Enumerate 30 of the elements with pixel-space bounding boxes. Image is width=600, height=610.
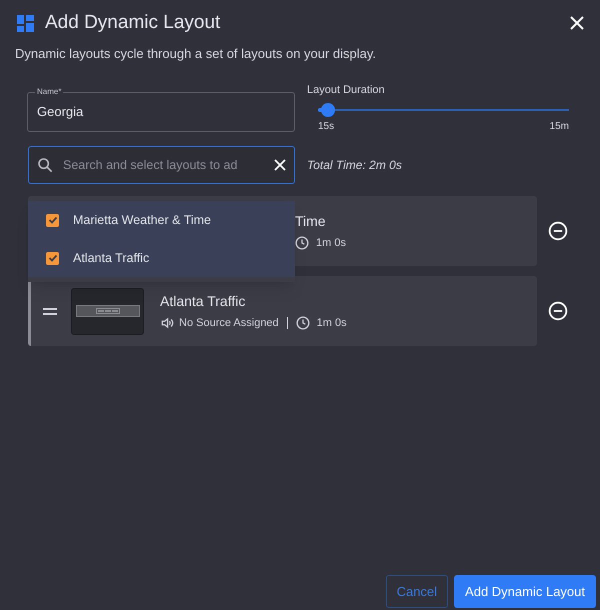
- duration-slider[interactable]: [318, 103, 569, 117]
- min-label: 15s: [318, 120, 334, 134]
- close-button[interactable]: [569, 15, 585, 31]
- dialog-description: Dynamic layouts cycle through a set of layouts on your display.: [14, 45, 378, 63]
- grid-icon: [17, 14, 34, 32]
- search-icon: [37, 157, 53, 173]
- clock-icon: [295, 236, 309, 250]
- checkbox[interactable]: [46, 252, 59, 264]
- clear-button[interactable]: [274, 159, 286, 171]
- checkbox[interactable]: [46, 214, 59, 226]
- duration-text: 1m 0s: [316, 316, 347, 331]
- duration-label: Layout Duration: [307, 82, 385, 98]
- clock-icon: [296, 316, 310, 330]
- source-text: No Source Assigned: [179, 316, 279, 331]
- remove-button[interactable]: [547, 220, 569, 242]
- dialog-title: Add Dynamic Layout: [45, 10, 220, 35]
- menu-option[interactable]: Atlanta Traffic: [28, 239, 295, 277]
- layout-title: Atlanta Traffic: [160, 292, 246, 311]
- menu-option[interactable]: Marietta Weather & Time: [28, 201, 295, 239]
- remove-button[interactable]: [547, 300, 569, 322]
- duration-text: 1m 0s: [316, 236, 346, 251]
- max-label: 15m: [550, 120, 569, 134]
- layout-title: Time: [295, 212, 327, 231]
- field-label: Name*: [35, 86, 64, 98]
- add-button[interactable]: Add Dynamic Layout: [454, 575, 596, 608]
- drag-handle-icon[interactable]: [43, 308, 57, 314]
- search-box[interactable]: Search and select layouts to ad: [28, 146, 295, 184]
- speaker-icon: [160, 316, 174, 330]
- search-input[interactable]: Search and select layouts to ad: [63, 156, 248, 174]
- total-time: Total Time: 2m 0s: [307, 157, 402, 174]
